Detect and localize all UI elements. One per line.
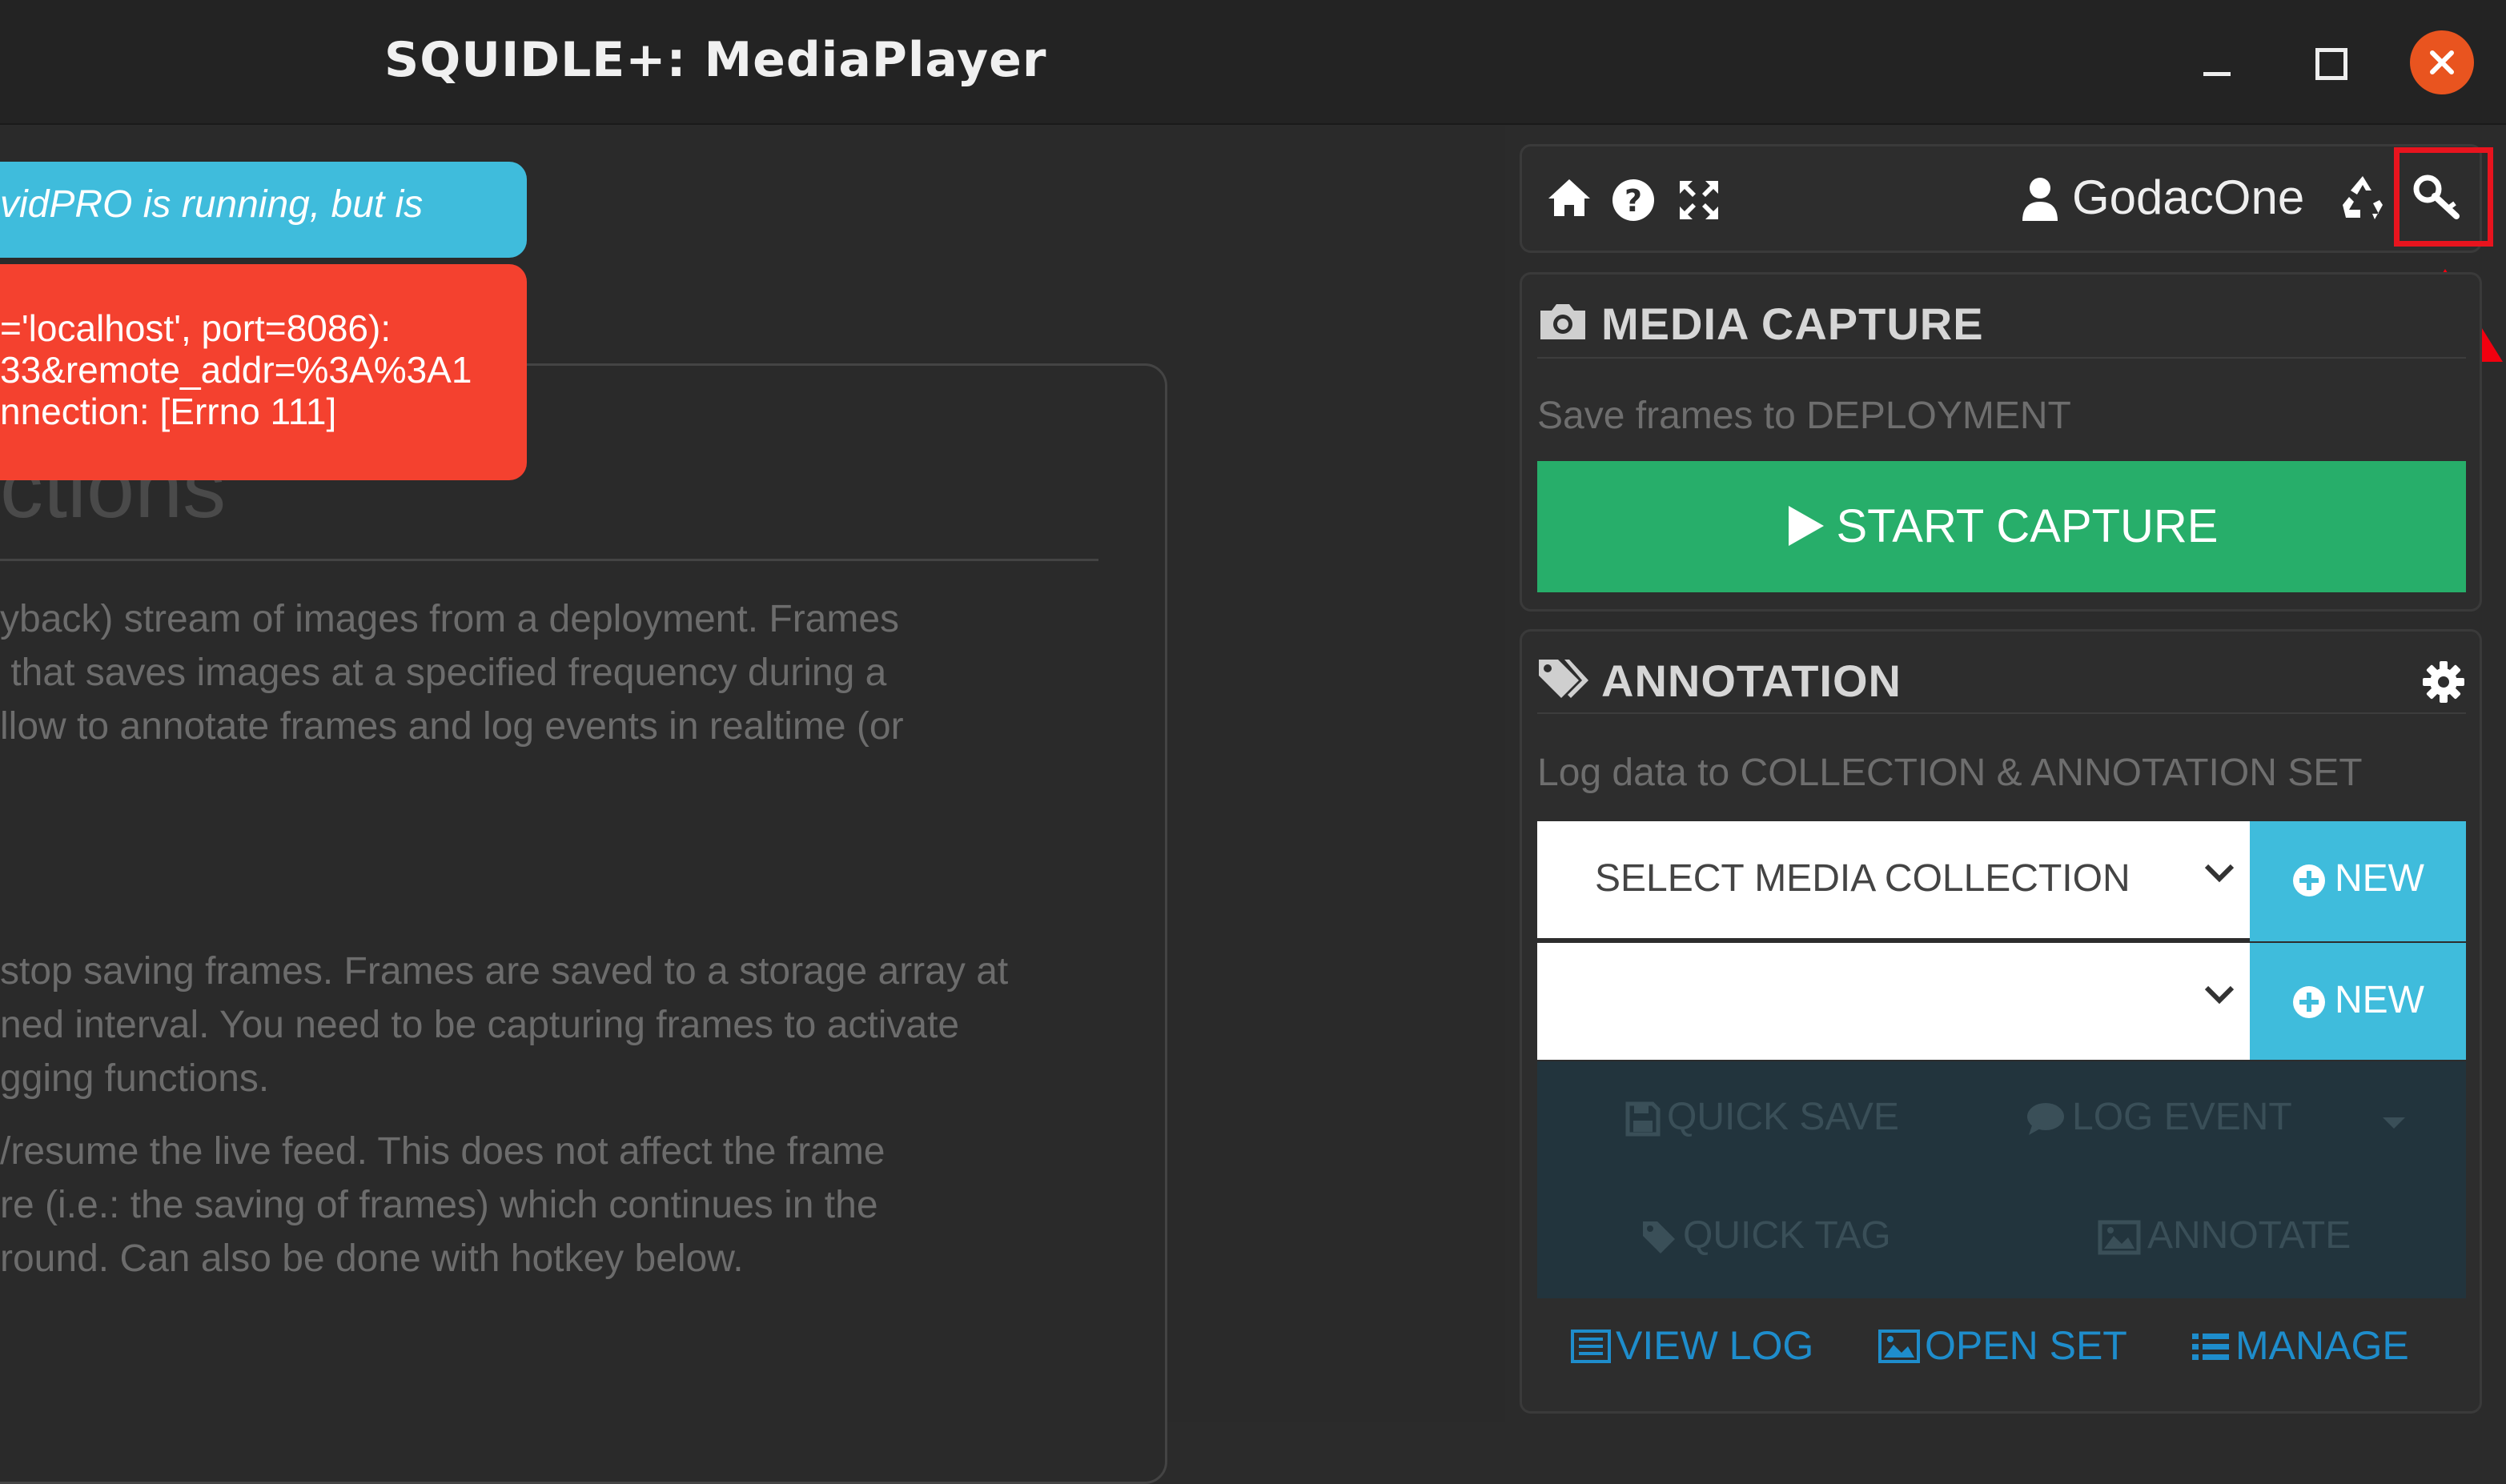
view-log-label: VIEW LOG — [1616, 1323, 1814, 1368]
media-capture-subtitle: Save frames to DEPLOYMENT — [1537, 395, 2071, 437]
save-icon — [1625, 1101, 1661, 1137]
plus-circle-icon — [2293, 864, 2325, 896]
caret-down-icon[interactable] — [2383, 1117, 2405, 1129]
close-icon — [2430, 50, 2454, 74]
annotate-button[interactable]: ANNOTATE — [2098, 1213, 2351, 1257]
list-alt-icon — [1571, 1329, 1611, 1363]
list-icon — [2192, 1333, 2229, 1360]
instructions-paragraph: /resume the live feed. This does not aff… — [0, 1130, 886, 1280]
instructions-paragraph: yback) stream of images from a deploymen… — [0, 598, 904, 748]
tags-icon — [1539, 660, 1588, 698]
start-capture-button[interactable]: START CAPTURE — [1537, 461, 2466, 592]
help-icon[interactable]: ? — [1611, 178, 1656, 223]
chevron-down-icon — [2204, 985, 2235, 1005]
section-divider — [1537, 357, 2466, 359]
media-capture-title: MEDIA CAPTURE — [1601, 299, 1984, 349]
camera-icon — [1540, 304, 1585, 339]
username-label[interactable]: GodacOne — [2072, 170, 2304, 225]
instructions-paragraph: stop saving frames. Frames are saved to … — [0, 950, 1009, 1100]
annotation-subtitle: Log data to COLLECTION & ANNOTATION SET — [1537, 752, 2363, 794]
info-toast[interactable]: vidPRO is running, but is — [0, 162, 527, 258]
maximize-button[interactable] — [2298, 30, 2362, 94]
minimize-button[interactable] — [2184, 30, 2248, 94]
new-collection-button[interactable]: NEW — [2250, 821, 2466, 941]
image-icon — [1878, 1329, 1920, 1363]
section-divider — [1537, 712, 2466, 714]
media-collection-value: SELECT MEDIA COLLECTION — [1595, 857, 2131, 900]
annotation-set-select[interactable] — [1537, 943, 2250, 1060]
manage-link[interactable]: MANAGE — [2191, 1322, 2409, 1369]
expand-icon[interactable] — [1677, 178, 1721, 223]
image-icon — [2098, 1220, 2141, 1255]
start-capture-label: START CAPTURE — [1836, 500, 2219, 552]
view-log-link[interactable]: VIEW LOG — [1571, 1322, 1813, 1369]
heading-divider — [0, 559, 1098, 561]
open-set-label: OPEN SET — [1925, 1323, 2127, 1368]
error-toast[interactable]: ='localhost', port=8086): 33&remote_addr… — [0, 264, 527, 480]
comment-icon — [2027, 1103, 2064, 1136]
recycle-icon[interactable] — [2338, 173, 2388, 221]
play-icon — [1788, 505, 1824, 546]
quick-save-button[interactable]: QUICK SAVE — [1625, 1095, 1899, 1139]
media-collection-select[interactable]: SELECT MEDIA COLLECTION — [1537, 821, 2250, 938]
plus-circle-icon — [2293, 986, 2325, 1018]
manage-label: MANAGE — [2235, 1323, 2409, 1368]
new-collection-label: NEW — [2335, 857, 2424, 900]
gear-icon[interactable] — [2421, 660, 2466, 704]
quick-tag-label: QUICK TAG — [1683, 1214, 1891, 1257]
chevron-down-icon — [2204, 864, 2235, 883]
new-annotation-set-button[interactable]: NEW — [2250, 943, 2466, 1060]
new-annotation-set-label: NEW — [2335, 979, 2424, 1021]
svg-text:?: ? — [1624, 183, 1642, 219]
quick-save-label: QUICK SAVE — [1667, 1096, 1899, 1138]
quick-tag-button[interactable]: QUICK TAG — [1641, 1213, 1891, 1257]
log-event-label: LOG EVENT — [2072, 1096, 2292, 1138]
home-icon[interactable] — [1545, 176, 1593, 218]
highlight-box — [2394, 147, 2493, 247]
annotation-title: ANNOTATION — [1601, 656, 1902, 706]
user-icon — [2022, 178, 2058, 221]
annotate-label: ANNOTATE — [2147, 1214, 2351, 1257]
log-event-button[interactable]: LOG EVENT — [2026, 1095, 2292, 1139]
tag-icon — [1643, 1221, 1675, 1254]
close-button[interactable] — [2410, 30, 2474, 94]
title-bar: SQUIDLE+: MediaPlayer — [0, 0, 2506, 125]
window-title: SQUIDLE+: MediaPlayer — [384, 32, 1047, 88]
open-set-link[interactable]: OPEN SET — [1878, 1322, 2127, 1369]
